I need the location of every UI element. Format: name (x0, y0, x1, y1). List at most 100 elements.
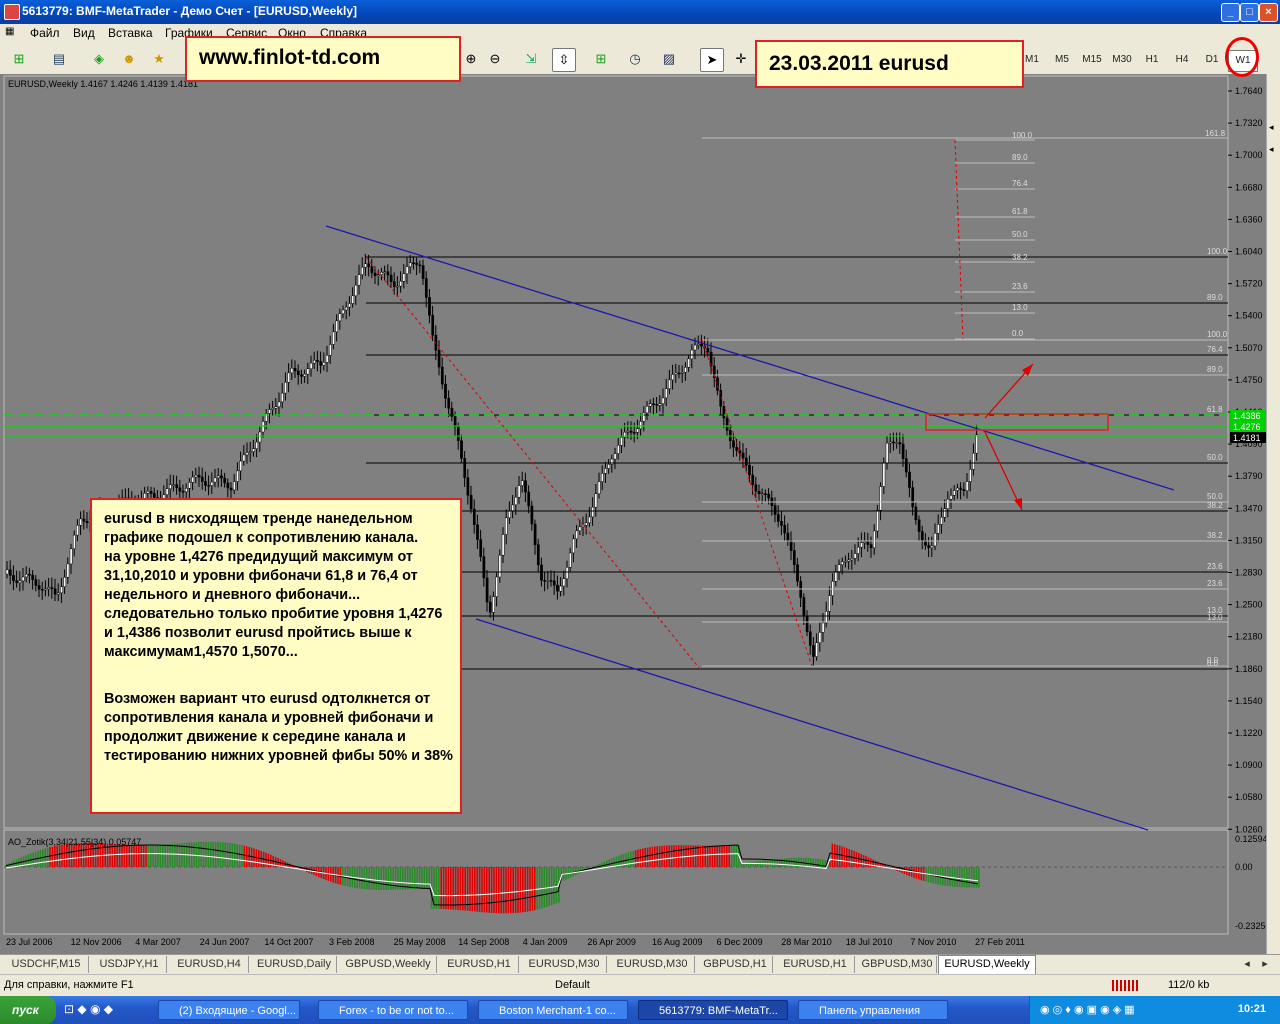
tab-usdchf-m15[interactable]: USDCHF,M15 (4, 956, 89, 973)
candle-body (658, 403, 662, 406)
tab-usdjpy-h1[interactable]: USDJPY,H1 (92, 956, 167, 973)
ao-bar (850, 849, 853, 867)
candle-body (232, 481, 236, 491)
date-tick-label: 25 May 2008 (394, 937, 446, 947)
profiles-icon[interactable]: ▤ (48, 48, 70, 70)
menu-file[interactable]: Файл (30, 26, 60, 40)
candle-body (440, 366, 444, 385)
new-chart-icon[interactable]: ⊞ (8, 48, 30, 70)
candle-body (200, 476, 204, 482)
tab-eurusd-weekly[interactable]: EURUSD,Weekly (938, 955, 1036, 975)
tray-icons[interactable]: ◉ ◎ ♦ ◉ ▣ ◉ ◈ ▦ (1040, 1003, 1135, 1016)
vertical-scrollbar[interactable]: ◂ ◂ (1266, 74, 1280, 954)
zoom-in-icon[interactable]: ⊕ (460, 48, 482, 70)
candle-body (856, 546, 860, 554)
timeframe-h1[interactable]: H1 (1138, 50, 1166, 70)
task-forex[interactable]: Forex - to be or not to... (318, 1000, 468, 1020)
timeframe-m5[interactable]: M5 (1048, 50, 1076, 70)
ao-bar (769, 859, 771, 867)
timeframe-d1[interactable]: D1 (1198, 50, 1226, 70)
market-watch-icon[interactable]: ◈ (88, 48, 110, 70)
indicators-icon[interactable]: ⊞ (590, 48, 612, 70)
tab-eurusd-m30[interactable]: EURUSD,M30 (522, 956, 607, 973)
templates-icon[interactable]: ▨ (658, 48, 680, 70)
ao-bar (236, 844, 238, 867)
candle-body (853, 553, 857, 559)
task-boston[interactable]: Boston Merchant-1 co... (478, 1000, 628, 1020)
ao-bar (870, 858, 872, 867)
ao-bar (495, 867, 498, 914)
cursor-icon[interactable]: ➤ (700, 48, 724, 72)
ao-bar (162, 844, 164, 867)
candle-body (524, 480, 527, 493)
candle-body (760, 493, 764, 495)
ao-bar (442, 867, 445, 910)
auto-scroll-icon[interactable]: ⇲ (520, 48, 542, 70)
quicklaunch-icons[interactable]: ⊡ ◆ ◉ ◆ (64, 1002, 113, 1016)
price-tick-label: 1.7320 (1235, 118, 1263, 128)
menu-view[interactable]: Вид (73, 26, 95, 40)
ao-bar (752, 861, 754, 867)
tab-scroll-left-icon[interactable]: ◂ (1240, 956, 1254, 973)
tab-scroll-right-icon[interactable]: ▸ (1258, 956, 1272, 973)
tab-eurusd-h4[interactable]: EURUSD,H4 (170, 956, 249, 973)
candle-body (5, 569, 9, 575)
task-metatrader[interactable]: 5613779: BMF-MetaTr... (638, 1000, 788, 1020)
ao-bar (553, 867, 555, 905)
ao-bar (133, 844, 135, 867)
maximize-button[interactable]: □ (1240, 3, 1259, 22)
candle-body (773, 505, 777, 515)
candle-body (616, 445, 620, 454)
minimize-button[interactable]: _ (1221, 3, 1240, 22)
menu-insert[interactable]: Вставка (108, 26, 153, 40)
candle-body (357, 274, 361, 286)
candle-body (63, 577, 67, 587)
ao-bar (642, 848, 644, 867)
scroll-arrow-icon[interactable]: ◂ (1269, 144, 1274, 155)
ao-bar (678, 845, 680, 867)
tab-eurusd-h1-2[interactable]: EURUSD,H1 (776, 956, 855, 973)
chart-shift-icon[interactable]: ⇳ (552, 48, 576, 72)
navigator-icon[interactable]: ☻ (118, 48, 140, 70)
tab-eurusd-daily[interactable]: EURUSD,Daily (252, 956, 337, 973)
candle-body (316, 360, 319, 362)
crosshair-icon[interactable]: ✛ (730, 48, 752, 70)
ao-bar (865, 856, 867, 867)
tab-gbpusd-h1[interactable]: GBPUSD,H1 (698, 956, 773, 973)
candle-body (552, 580, 556, 586)
ao-bar (404, 867, 406, 890)
tab-eurusd-h1[interactable]: EURUSD,H1 (440, 956, 519, 973)
tab-gbpusd-m30[interactable]: GBPUSD,M30 (858, 956, 937, 973)
candle-body (818, 632, 822, 643)
tab-eurusd-m30-2[interactable]: EURUSD,M30 (610, 956, 695, 973)
candle-body (296, 370, 300, 376)
task-gmail[interactable]: (2) Входящие - Googl... (158, 1000, 300, 1020)
timeframe-h4[interactable]: H4 (1168, 50, 1196, 70)
ao-bar (968, 867, 970, 888)
ao-bar (474, 867, 476, 912)
tab-gbpusd-weekly[interactable]: GBPUSD,Weekly (340, 956, 437, 973)
candle-body (482, 556, 486, 579)
date-tick-label: 28 Mar 2010 (781, 937, 832, 947)
w1-highlight-circle (1225, 37, 1259, 77)
periods-icon[interactable]: ◷ (624, 48, 646, 70)
candle-body (60, 586, 63, 594)
candle-body (869, 544, 873, 549)
candle-body (754, 484, 758, 492)
ao-bar (534, 867, 536, 911)
timeframe-m30[interactable]: M30 (1108, 50, 1136, 70)
date-tick-label: 6 Dec 2009 (717, 937, 763, 947)
close-button[interactable]: × (1259, 3, 1278, 22)
task-control-panel[interactable]: Панель управления (798, 1000, 948, 1020)
ao-bar (836, 844, 838, 867)
favorites-icon[interactable]: ★ (148, 48, 170, 70)
start-button[interactable]: пуск (0, 996, 56, 1024)
candle-body (748, 464, 751, 476)
scroll-arrow-icon[interactable]: ◂ (1269, 122, 1274, 133)
candle-body (562, 578, 566, 587)
timeframe-m15[interactable]: M15 (1078, 50, 1106, 70)
zoom-out-icon[interactable]: ⊖ (484, 48, 506, 70)
candle-body (328, 344, 332, 356)
price-tick-label: 1.5070 (1235, 343, 1263, 353)
price-label-current: 1.4181 (1233, 433, 1261, 443)
